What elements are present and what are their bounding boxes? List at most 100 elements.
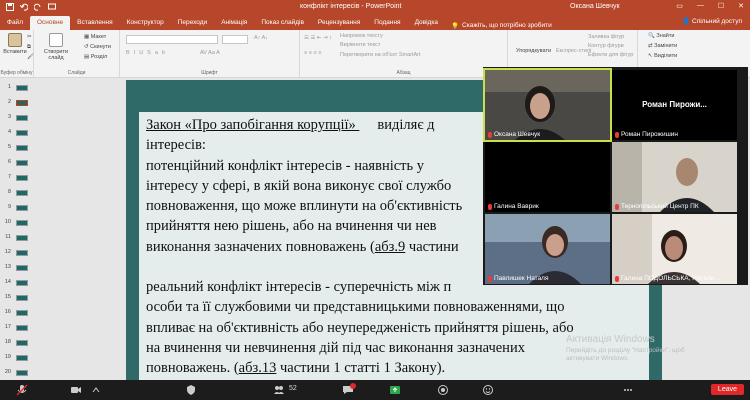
- video-tile[interactable]: Оксана Шевчук: [483, 68, 612, 142]
- mute-button[interactable]: [14, 383, 30, 397]
- zoom-video-gallery[interactable]: Оксана Шевчук Роман Пирожи... Роман Пиро…: [483, 67, 748, 285]
- slide-thumbnail[interactable]: 20: [2, 369, 30, 377]
- shape-effects-button[interactable]: Ефекти для фігур: [588, 52, 633, 58]
- convert-smartart-button[interactable]: Перетворити на об'єкт SmartArt: [340, 52, 421, 58]
- slide-thumbnail[interactable]: 15: [2, 294, 30, 302]
- redo-icon[interactable]: [33, 3, 42, 11]
- tab-home[interactable]: Основне: [29, 16, 71, 30]
- share-button[interactable]: 👤 Спільний доступ: [682, 17, 742, 25]
- zoom-meeting-controls: 52 Leave: [0, 380, 750, 400]
- close-icon[interactable]: ✕: [738, 2, 744, 10]
- format-painter-icon[interactable]: 🖌: [27, 54, 34, 60]
- slide-thumbnail[interactable]: 1: [2, 84, 30, 92]
- copy-icon[interactable]: ⧉: [27, 44, 31, 51]
- slide-number: 14: [4, 279, 11, 285]
- text-line: впливає на об'єктивність або неупереджен…: [146, 319, 574, 336]
- video-options-button[interactable]: [88, 383, 104, 397]
- grow-font-icon[interactable]: A↑ A↓: [254, 35, 268, 41]
- reset-button[interactable]: ↺ Скинути: [84, 44, 111, 50]
- muted-mic-icon: [488, 275, 492, 282]
- mic-muted-icon: [16, 384, 28, 396]
- slide-thumbnail[interactable]: 12: [2, 249, 30, 257]
- align-buttons[interactable]: ≡ ≡ ≡ ≡: [304, 50, 321, 56]
- video-button[interactable]: [68, 383, 84, 397]
- reactions-button[interactable]: [480, 383, 496, 397]
- font-style-buttons[interactable]: BIUSab: [126, 50, 169, 56]
- slide-thumbnail[interactable]: 10: [2, 219, 30, 227]
- slide-thumbnail[interactable]: 14: [2, 279, 30, 287]
- arrange-button[interactable]: Упорядкувати: [516, 48, 551, 54]
- align-text-button[interactable]: Вирівняти текст: [340, 42, 380, 48]
- font-color-icon[interactable]: AV Aa A: [200, 50, 220, 56]
- slide-thumbnails-panel[interactable]: 1 2 3 4 5 6 7 8 9 10 11 12 13 14 15 16 17 18 19 20: [0, 78, 30, 380]
- cut-icon[interactable]: ✂: [27, 34, 32, 40]
- font-group-label: Шрифт: [201, 70, 218, 76]
- text-fragment: виконання зазначених повноважень (: [146, 238, 375, 255]
- video-tile[interactable]: Тернопільський Центр ПК: [612, 142, 737, 212]
- video-tile[interactable]: Роман Пирожи... Роман Пирожишин: [612, 70, 737, 140]
- participants-button[interactable]: [271, 383, 287, 397]
- tab-transitions[interactable]: Переходи: [171, 16, 214, 30]
- replace-button[interactable]: ⇄ Замінити: [648, 43, 677, 49]
- participant-name-text: Галина ПОДОЛЬСЬКА, Наталя ...: [621, 275, 722, 282]
- tab-review[interactable]: Рецензування: [311, 16, 367, 30]
- paste-button[interactable]: Вставити: [2, 33, 28, 55]
- record-button[interactable]: [435, 383, 451, 397]
- text-direction-button[interactable]: Напрямок тексту: [340, 33, 383, 39]
- tab-file[interactable]: Файл: [0, 16, 30, 30]
- maximize-icon[interactable]: ☐: [718, 2, 724, 10]
- slide-number: 19: [4, 354, 11, 360]
- slide-thumbnail[interactable]: 9: [2, 204, 30, 212]
- leave-button[interactable]: Leave: [710, 384, 744, 395]
- slide-thumbnail[interactable]: 16: [2, 309, 30, 317]
- slide-thumbnail[interactable]: 7: [2, 174, 30, 182]
- quick-styles-button[interactable]: Експрес-стилі: [556, 48, 591, 54]
- slide-thumbnail[interactable]: 8: [2, 189, 30, 197]
- font-size-combo[interactable]: [222, 35, 248, 44]
- slide-thumbnail[interactable]: 5: [2, 144, 30, 152]
- list-buttons[interactable]: ☰ ☰ ⇤ ⇥ ↕: [304, 35, 332, 41]
- ribbon-display-icon[interactable]: ▭: [676, 2, 683, 10]
- tab-insert[interactable]: Вставлення: [70, 16, 120, 30]
- section-button[interactable]: ▤ Розділ: [84, 54, 107, 60]
- tab-view[interactable]: Подання: [367, 16, 407, 30]
- slide-thumbnail[interactable]: 13: [2, 264, 30, 272]
- tab-slideshow[interactable]: Показ слайдів: [254, 16, 311, 30]
- video-tile[interactable]: Галина Ваврик: [485, 142, 610, 212]
- law-reference-link[interactable]: абз.9: [375, 239, 405, 255]
- slide-thumbnail[interactable]: 2: [2, 99, 30, 107]
- font-family-combo[interactable]: [126, 35, 218, 44]
- undo-icon[interactable]: [19, 3, 29, 11]
- tell-me-box[interactable]: 💡 Скажіть, що потрібно зробити: [451, 22, 552, 30]
- start-slideshow-icon[interactable]: [48, 3, 56, 11]
- slide-number: 4: [7, 129, 11, 135]
- more-button[interactable]: [620, 383, 636, 397]
- tab-design[interactable]: Конструктор: [120, 16, 171, 30]
- chat-button[interactable]: [340, 383, 356, 397]
- video-tile[interactable]: Галина ПОДОЛЬСЬКА, Наталя ...: [612, 214, 737, 284]
- shape-outline-button[interactable]: Контур фігури: [588, 43, 624, 49]
- layout-button[interactable]: ▦ Макет: [84, 34, 106, 40]
- new-slide-button[interactable]: Створити слайд: [40, 33, 72, 61]
- account-name[interactable]: Оксана Шевчук: [570, 3, 620, 10]
- slide-thumbnail[interactable]: 17: [2, 324, 30, 332]
- slide-thumbnail[interactable]: 11: [2, 234, 30, 242]
- slide-thumbnail[interactable]: 6: [2, 159, 30, 167]
- select-button[interactable]: ↖ Виділити: [648, 53, 677, 59]
- security-button[interactable]: [183, 383, 199, 397]
- shape-fill-button[interactable]: Заливка фігур: [588, 34, 624, 40]
- slide-thumbnail[interactable]: 18: [2, 339, 30, 347]
- share-screen-icon: [390, 386, 400, 394]
- find-button[interactable]: 🔍 Знайти: [648, 33, 674, 39]
- save-icon[interactable]: [6, 3, 14, 11]
- video-tile[interactable]: Павлишек Наталя: [485, 214, 610, 284]
- tab-animations[interactable]: Анімація: [214, 16, 254, 30]
- slide-thumbnail[interactable]: 3: [2, 114, 30, 122]
- law-reference-link[interactable]: абз.13: [239, 360, 277, 376]
- tab-help[interactable]: Довідка: [408, 16, 445, 30]
- muted-mic-icon: [615, 275, 619, 282]
- minimize-icon[interactable]: —: [697, 2, 704, 10]
- share-screen-button[interactable]: [387, 383, 403, 397]
- slide-thumbnail[interactable]: 4: [2, 129, 30, 137]
- slide-thumbnail[interactable]: 19: [2, 354, 30, 362]
